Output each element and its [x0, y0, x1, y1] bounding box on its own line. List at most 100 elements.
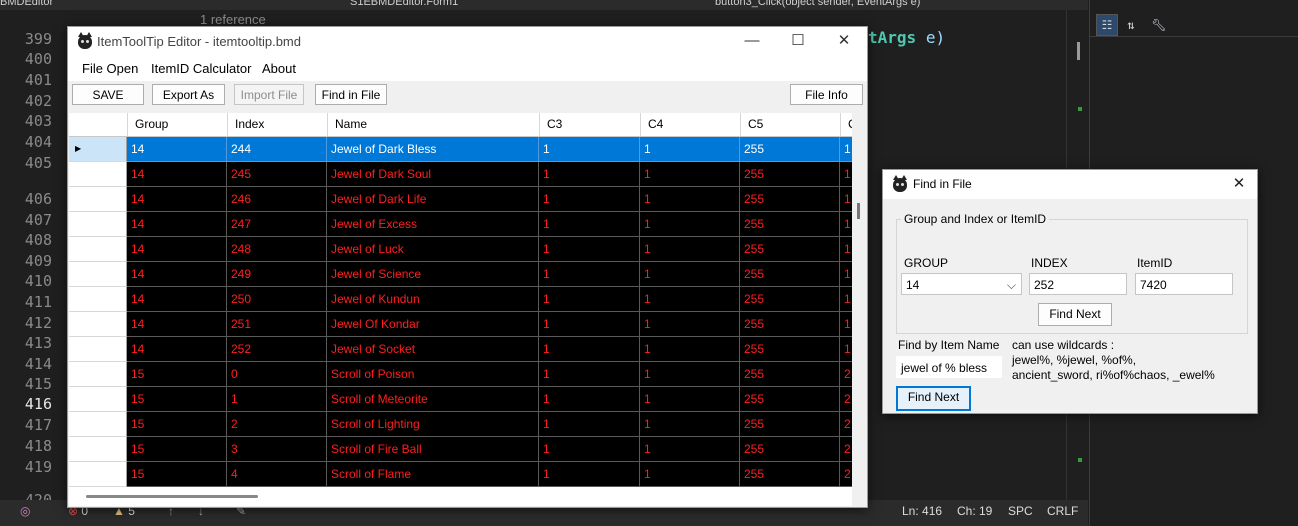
- cell-group[interactable]: 14: [127, 237, 227, 262]
- menu-itemid-calculator[interactable]: ItemID Calculator: [151, 61, 251, 76]
- import-file-button[interactable]: Import File: [234, 84, 304, 105]
- cell-c4[interactable]: 1: [640, 312, 740, 337]
- cell-c5[interactable]: 255: [740, 187, 840, 212]
- cell-c4[interactable]: 1: [640, 412, 740, 437]
- cell-group[interactable]: 15: [127, 362, 227, 387]
- row-header[interactable]: [69, 212, 127, 237]
- window-titlebar[interactable]: ItemToolTip Editor - itemtooltip.bmd — ☐…: [68, 27, 867, 57]
- row-header[interactable]: [69, 162, 127, 187]
- cell-c4[interactable]: 1: [640, 237, 740, 262]
- line-ending-mode[interactable]: CRLF: [1047, 504, 1078, 518]
- ide-project-dropdown[interactable]: BMDEditor: [0, 0, 53, 8]
- menu-about[interactable]: About: [262, 61, 296, 76]
- cell-c5[interactable]: 255: [740, 362, 840, 387]
- ide-member-dropdown[interactable]: button3_Click(object sender, EventArgs e…: [715, 0, 920, 8]
- table-row[interactable]: 15 0 Scroll of Poison 1 1 255 2: [69, 362, 866, 387]
- row-header[interactable]: [69, 312, 127, 337]
- cell-c3[interactable]: 1: [539, 137, 640, 162]
- cell-c4[interactable]: 1: [640, 437, 740, 462]
- cell-name[interactable]: Jewel of Dark Soul: [327, 162, 539, 187]
- cell-index[interactable]: 3: [227, 437, 327, 462]
- cell-group[interactable]: 14: [127, 262, 227, 287]
- cell-c5[interactable]: 255: [740, 237, 840, 262]
- table-row[interactable]: 14 249 Jewel of Science 1 1 255 1: [69, 262, 866, 287]
- cell-name[interactable]: Jewel of Excess: [327, 212, 539, 237]
- cell-name[interactable]: Jewel Of Kondar: [327, 312, 539, 337]
- grid-horizontal-scroll-thumb[interactable]: [86, 495, 258, 498]
- column-header-c3[interactable]: C3: [540, 113, 641, 136]
- cell-c4[interactable]: 1: [640, 212, 740, 237]
- cell-c3[interactable]: 1: [539, 337, 640, 362]
- table-row[interactable]: 14 247 Jewel of Excess 1 1 255 1: [69, 212, 866, 237]
- cell-c3[interactable]: 1: [539, 312, 640, 337]
- cell-group[interactable]: 14: [127, 212, 227, 237]
- cell-group[interactable]: 15: [127, 387, 227, 412]
- cell-name[interactable]: Scroll of Flame: [327, 462, 539, 487]
- item-name-input[interactable]: jewel of % bless: [896, 356, 1002, 378]
- row-header[interactable]: [69, 262, 127, 287]
- dialog-titlebar[interactable]: Find in File ✕: [883, 170, 1257, 199]
- column-header-name[interactable]: Name: [328, 113, 540, 136]
- code-line-fragment[interactable]: tArgs e): [868, 28, 945, 47]
- cell-c4[interactable]: 1: [640, 462, 740, 487]
- file-info-button[interactable]: File Info: [790, 84, 863, 105]
- cell-name[interactable]: Scroll of Fire Ball: [327, 437, 539, 462]
- cell-c5[interactable]: 255: [740, 212, 840, 237]
- row-header[interactable]: ▶: [69, 137, 127, 162]
- cell-group[interactable]: 14: [127, 162, 227, 187]
- table-row[interactable]: ▶ 14 244 Jewel of Dark Bless 1 1 255 1: [69, 137, 866, 162]
- cell-c5[interactable]: 255: [740, 137, 840, 162]
- cell-group[interactable]: 15: [127, 462, 227, 487]
- maximize-icon[interactable]: ☐: [775, 27, 821, 57]
- cell-c5[interactable]: 255: [740, 262, 840, 287]
- cell-name[interactable]: Jewel of Socket: [327, 337, 539, 362]
- table-row[interactable]: 14 246 Jewel of Dark Life 1 1 255 1: [69, 187, 866, 212]
- cell-c5[interactable]: 255: [740, 312, 840, 337]
- cell-name[interactable]: Scroll of Poison: [327, 362, 539, 387]
- column-header-c5[interactable]: C5: [741, 113, 841, 136]
- cell-c3[interactable]: 1: [539, 412, 640, 437]
- cell-group[interactable]: 14: [127, 187, 227, 212]
- cell-c4[interactable]: 1: [640, 162, 740, 187]
- cell-c3[interactable]: 1: [539, 162, 640, 187]
- categorized-view-icon[interactable]: ☷: [1096, 14, 1118, 36]
- cell-c3[interactable]: 1: [539, 462, 640, 487]
- cell-name[interactable]: Jewel of Science: [327, 262, 539, 287]
- cell-c4[interactable]: 1: [640, 387, 740, 412]
- cell-group[interactable]: 14: [127, 287, 227, 312]
- cell-index[interactable]: 245: [227, 162, 327, 187]
- ide-class-dropdown[interactable]: S1EBMDEditor.Form1: [350, 0, 458, 8]
- cell-c5[interactable]: 255: [740, 337, 840, 362]
- cell-c4[interactable]: 1: [640, 337, 740, 362]
- cell-name[interactable]: Jewel of Dark Bless: [327, 137, 539, 162]
- codelens-reference-hint[interactable]: 1 reference: [200, 12, 266, 27]
- grid-vertical-scrollbar[interactable]: [852, 113, 866, 506]
- table-row[interactable]: 15 3 Scroll of Fire Ball 1 1 255 2: [69, 437, 866, 462]
- cell-index[interactable]: 4: [227, 462, 327, 487]
- indent-mode[interactable]: SPC: [1008, 504, 1033, 518]
- column-header-index[interactable]: Index: [228, 113, 328, 136]
- cell-index[interactable]: 250: [227, 287, 327, 312]
- cell-name[interactable]: Scroll of Lighting: [327, 412, 539, 437]
- cell-group[interactable]: 14: [127, 337, 227, 362]
- cell-c3[interactable]: 1: [539, 362, 640, 387]
- cell-c3[interactable]: 1: [539, 437, 640, 462]
- cell-group[interactable]: 14: [127, 312, 227, 337]
- row-header[interactable]: [69, 287, 127, 312]
- row-header[interactable]: [69, 237, 127, 262]
- export-as-button[interactable]: Export As: [152, 84, 225, 105]
- cell-index[interactable]: 247: [227, 212, 327, 237]
- itemid-input[interactable]: 7420: [1135, 273, 1233, 295]
- cell-index[interactable]: 246: [227, 187, 327, 212]
- cell-c4[interactable]: 1: [640, 287, 740, 312]
- cell-c3[interactable]: 1: [539, 187, 640, 212]
- cell-c4[interactable]: 1: [640, 137, 740, 162]
- row-header[interactable]: [69, 187, 127, 212]
- dialog-close-icon[interactable]: ✕: [1225, 172, 1253, 196]
- find-next-by-id-button[interactable]: Find Next: [1038, 303, 1112, 326]
- cell-c4[interactable]: 1: [640, 262, 740, 287]
- column-header-c4[interactable]: C4: [641, 113, 741, 136]
- minimize-icon[interactable]: —: [729, 27, 775, 57]
- cell-c5[interactable]: 255: [740, 412, 840, 437]
- properties-wrench-icon[interactable]: 🔧︎: [1148, 14, 1170, 36]
